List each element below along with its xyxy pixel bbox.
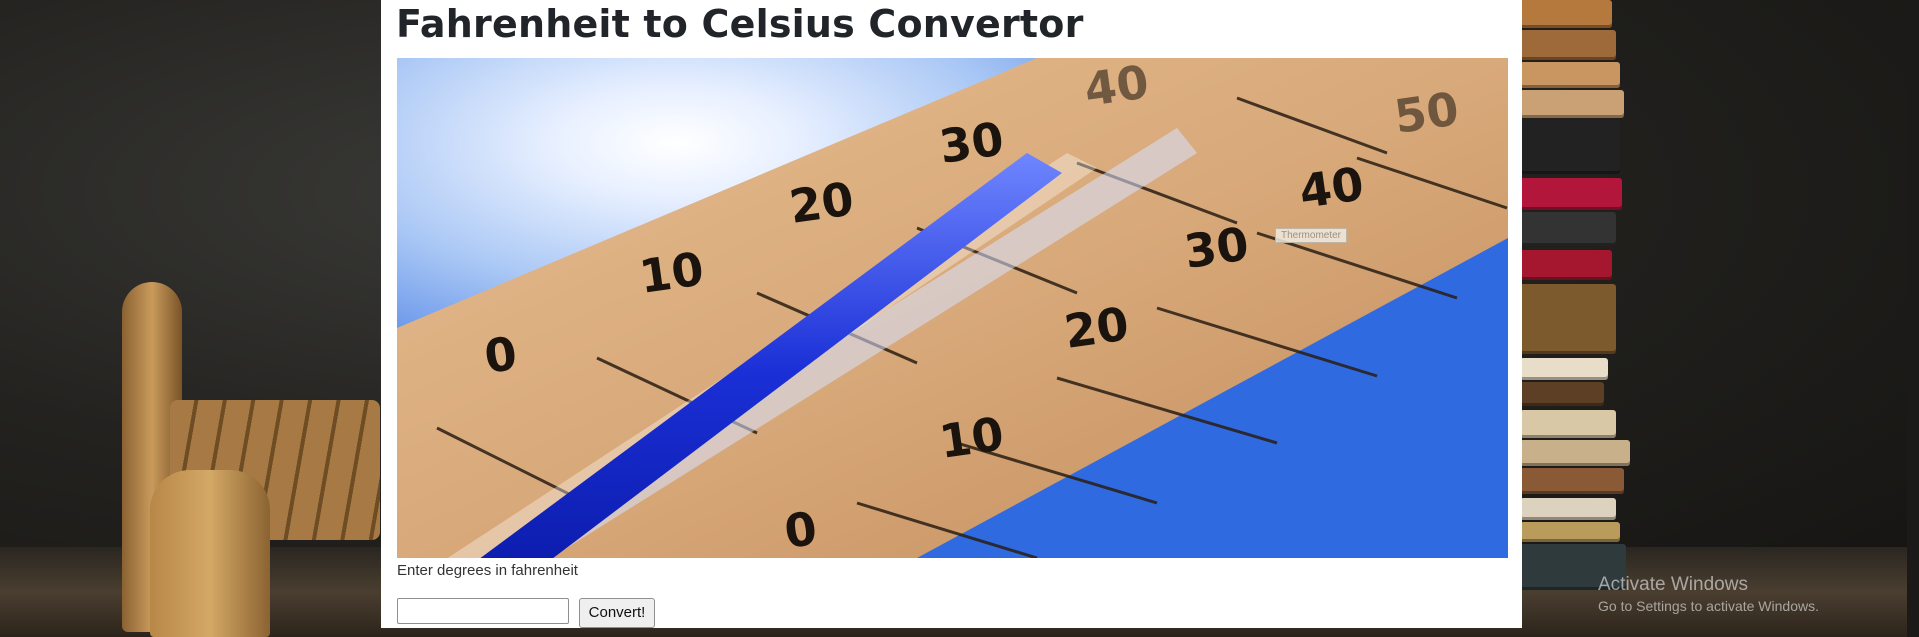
scale-label-left-40: 40	[1081, 58, 1152, 117]
book	[1520, 468, 1624, 494]
scale-label-right-10: 10	[936, 407, 1007, 469]
scale-label-right-40: 40	[1296, 157, 1367, 219]
book	[1520, 90, 1624, 118]
scale-label-left-30: 30	[936, 112, 1007, 174]
book	[1520, 62, 1620, 88]
main-panel: Fahrenheit to Celsius Convertor 0 10 20 …	[381, 0, 1522, 628]
background-chair-front	[150, 470, 270, 637]
book	[1520, 382, 1604, 406]
book	[1520, 120, 1620, 174]
thermometer-illustration: 0 10 20 30 40 0 10 20 30 40 50	[397, 58, 1508, 558]
scrollbar[interactable]	[1907, 0, 1919, 637]
windows-activation-watermark: Activate Windows Go to Settings to activ…	[1598, 574, 1819, 614]
thermometer-image: 0 10 20 30 40 0 10 20 30 40 50	[397, 58, 1508, 558]
image-tooltip: Thermometer	[1275, 228, 1348, 243]
fahrenheit-input[interactable]	[397, 598, 569, 624]
book	[1520, 358, 1608, 380]
page-title: Fahrenheit to Celsius Convertor	[396, 2, 1084, 46]
scale-label-left-10: 10	[636, 242, 707, 304]
watermark-line-2: Go to Settings to activate Windows.	[1598, 598, 1819, 614]
convert-button[interactable]: Convert!	[579, 598, 655, 628]
scale-label-left-20: 20	[786, 172, 857, 234]
background-book-stack	[1520, 0, 1640, 590]
book	[1520, 212, 1616, 246]
watermark-line-1: Activate Windows	[1598, 574, 1748, 595]
scale-label-right-20: 20	[1061, 297, 1132, 359]
book	[1520, 410, 1616, 438]
book	[1520, 250, 1612, 280]
book	[1520, 522, 1620, 542]
book	[1520, 284, 1616, 354]
book	[1520, 30, 1616, 60]
book	[1520, 0, 1612, 28]
book	[1520, 498, 1616, 520]
fahrenheit-input-label: Enter degrees in fahrenheit	[397, 562, 578, 579]
scale-label-right-30: 30	[1181, 217, 1252, 279]
book	[1520, 440, 1630, 466]
scale-label-right-50: 50	[1391, 82, 1462, 144]
book	[1520, 178, 1622, 210]
